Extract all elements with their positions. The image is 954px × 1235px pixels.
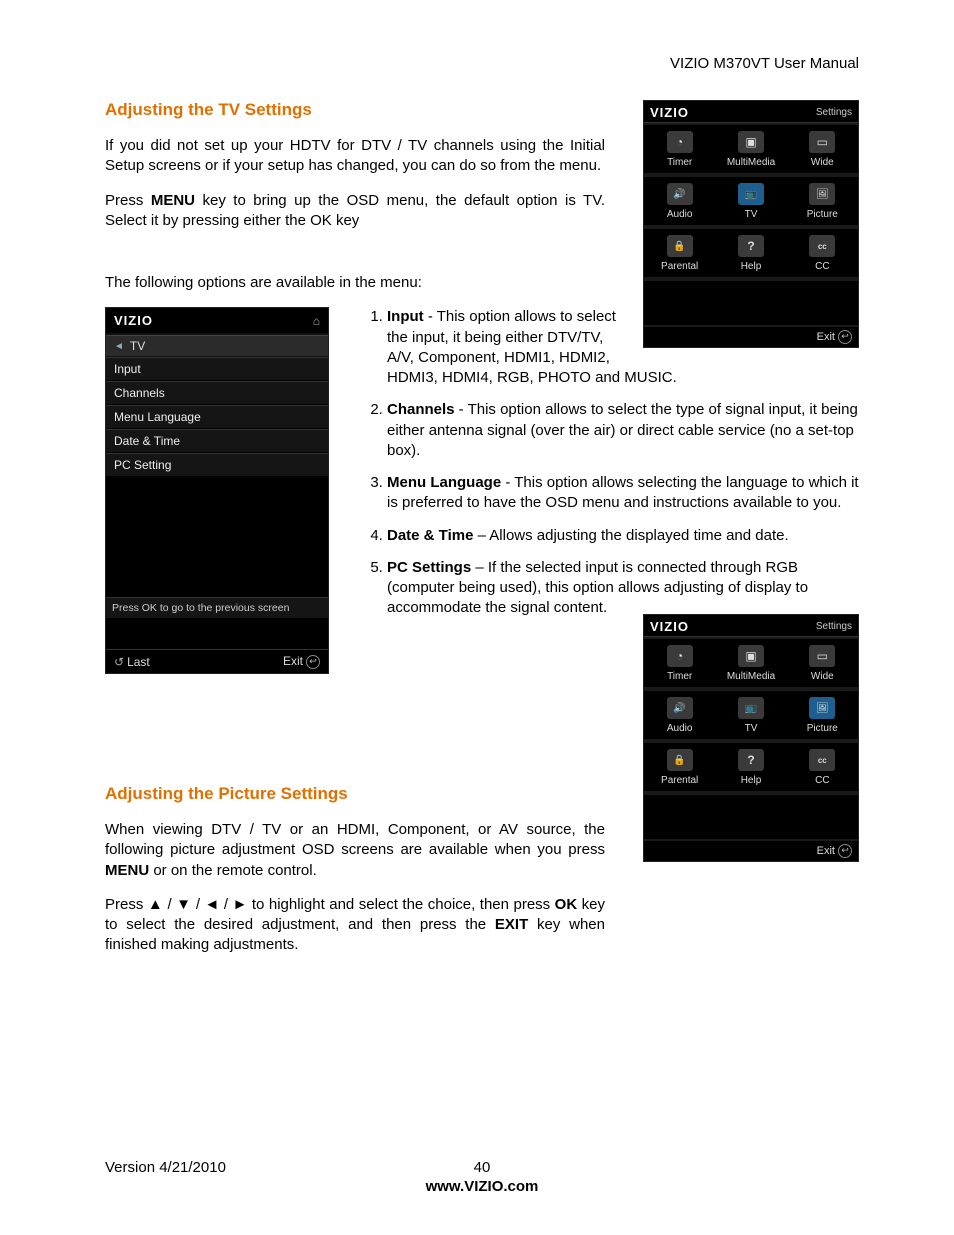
- osd-cell-picture[interactable]: Picture: [787, 177, 858, 225]
- osd-breadcrumb[interactable]: ◄ TV: [106, 335, 328, 357]
- osd-item-date-time[interactable]: Date & Time: [106, 429, 328, 453]
- osd-cell-cc[interactable]: CC: [787, 743, 858, 791]
- osd-cell-multimedia[interactable]: MultiMedia: [715, 639, 786, 687]
- exit-icon: ↩: [306, 655, 320, 669]
- osd-brand: VIZIO: [650, 105, 689, 120]
- last-icon: ↺: [114, 655, 124, 669]
- arrow-keys: ▲ / ▼ / ◄ / ►: [148, 896, 248, 913]
- help-icon: [738, 235, 764, 257]
- osd-cell-audio[interactable]: Audio: [644, 691, 715, 739]
- paragraph: If you did not set up your HDTV for DTV …: [105, 136, 605, 177]
- osd-cell-parental[interactable]: Parental: [644, 743, 715, 791]
- page-footer: Version 4/21/2010 40 www.VIZIO.com: [105, 1159, 859, 1195]
- picture-icon: [809, 697, 835, 719]
- osd-brand: VIZIO: [114, 313, 153, 328]
- osd-cell-audio[interactable]: Audio: [644, 177, 715, 225]
- osd-settings-menu-1: VIZIO Settings Timer MultiMedia Wide Aud…: [643, 100, 859, 348]
- paragraph: When viewing DTV / TV or an HDMI, Compon…: [105, 820, 605, 881]
- osd-last[interactable]: ↺Last: [114, 655, 150, 669]
- help-icon: [738, 749, 764, 771]
- page: VIZIO M370VT User Manual VIZIO Settings …: [0, 0, 954, 1235]
- list-item: Menu Language - This option allows selec…: [387, 473, 859, 514]
- osd-cell-tv[interactable]: TV: [715, 177, 786, 225]
- lock-icon: [667, 749, 693, 771]
- osd-cell-picture[interactable]: Picture: [787, 691, 858, 739]
- osd-cell-help[interactable]: Help: [715, 229, 786, 277]
- wide-icon: [809, 131, 835, 153]
- osd-cell-help[interactable]: Help: [715, 743, 786, 791]
- osd-item-menu-language[interactable]: Menu Language: [106, 405, 328, 429]
- exit-icon: ↩: [838, 330, 852, 344]
- picture-icon: [809, 183, 835, 205]
- audio-icon: [667, 183, 693, 205]
- osd-cell-parental[interactable]: Parental: [644, 229, 715, 277]
- osd-brand: VIZIO: [650, 619, 689, 634]
- cc-icon: [809, 235, 835, 257]
- wide-icon: [809, 645, 835, 667]
- osd-settings-menu-2: VIZIO Settings Timer MultiMedia Wide Aud…: [643, 614, 859, 862]
- osd-exit[interactable]: Exit↩: [644, 839, 858, 861]
- osd-cell-timer[interactable]: Timer: [644, 639, 715, 687]
- back-arrow-icon: ◄: [114, 341, 124, 352]
- doc-title: VIZIO M370VT User Manual: [105, 55, 859, 72]
- lock-icon: [667, 235, 693, 257]
- osd-cell-tv[interactable]: TV: [715, 691, 786, 739]
- osd-cell-wide[interactable]: Wide: [787, 639, 858, 687]
- list-item: Date & Time – Allows adjusting the displ…: [387, 526, 859, 546]
- osd-hint: Press OK to go to the previous screen: [106, 597, 328, 619]
- paragraph: Press ▲ / ▼ / ◄ / ► to highlight and sel…: [105, 895, 605, 956]
- list-item: Channels - This option allows to select …: [387, 400, 859, 461]
- tv-icon: [738, 183, 764, 205]
- list-item: truePC Settings – If the selected input …: [387, 558, 859, 619]
- footer-url: www.VIZIO.com: [105, 1178, 859, 1195]
- osd-cell-wide[interactable]: Wide: [787, 125, 858, 173]
- cc-icon: [809, 749, 835, 771]
- osd-tv-submenu: VIZIO ⌂ ◄ TV Input Channels Menu Languag…: [105, 307, 329, 674]
- tv-icon: [738, 697, 764, 719]
- timer-icon: [667, 645, 693, 667]
- option-list-top: Input - This option allows to select the…: [365, 307, 859, 618]
- osd-title: Settings: [816, 621, 852, 632]
- version-text: Version 4/21/2010: [105, 1159, 226, 1176]
- osd-item-input[interactable]: Input: [106, 357, 328, 381]
- home-icon[interactable]: ⌂: [313, 314, 320, 328]
- exit-icon: ↩: [838, 844, 852, 858]
- osd-item-pc-setting[interactable]: PC Setting: [106, 453, 328, 477]
- osd-cell-multimedia[interactable]: MultiMedia: [715, 125, 786, 173]
- osd-exit[interactable]: Exit↩: [283, 654, 320, 669]
- page-number: 40: [474, 1159, 491, 1176]
- osd-item-channels[interactable]: Channels: [106, 381, 328, 405]
- timer-icon: [667, 131, 693, 153]
- osd-cell-timer[interactable]: Timer: [644, 125, 715, 173]
- osd-exit[interactable]: Exit↩: [644, 325, 858, 347]
- multimedia-icon: [738, 131, 764, 153]
- osd-title: Settings: [816, 107, 852, 118]
- osd-cell-cc[interactable]: CC: [787, 229, 858, 277]
- paragraph: Press MENU key to bring up the OSD menu,…: [105, 191, 605, 232]
- multimedia-icon: [738, 645, 764, 667]
- audio-icon: [667, 697, 693, 719]
